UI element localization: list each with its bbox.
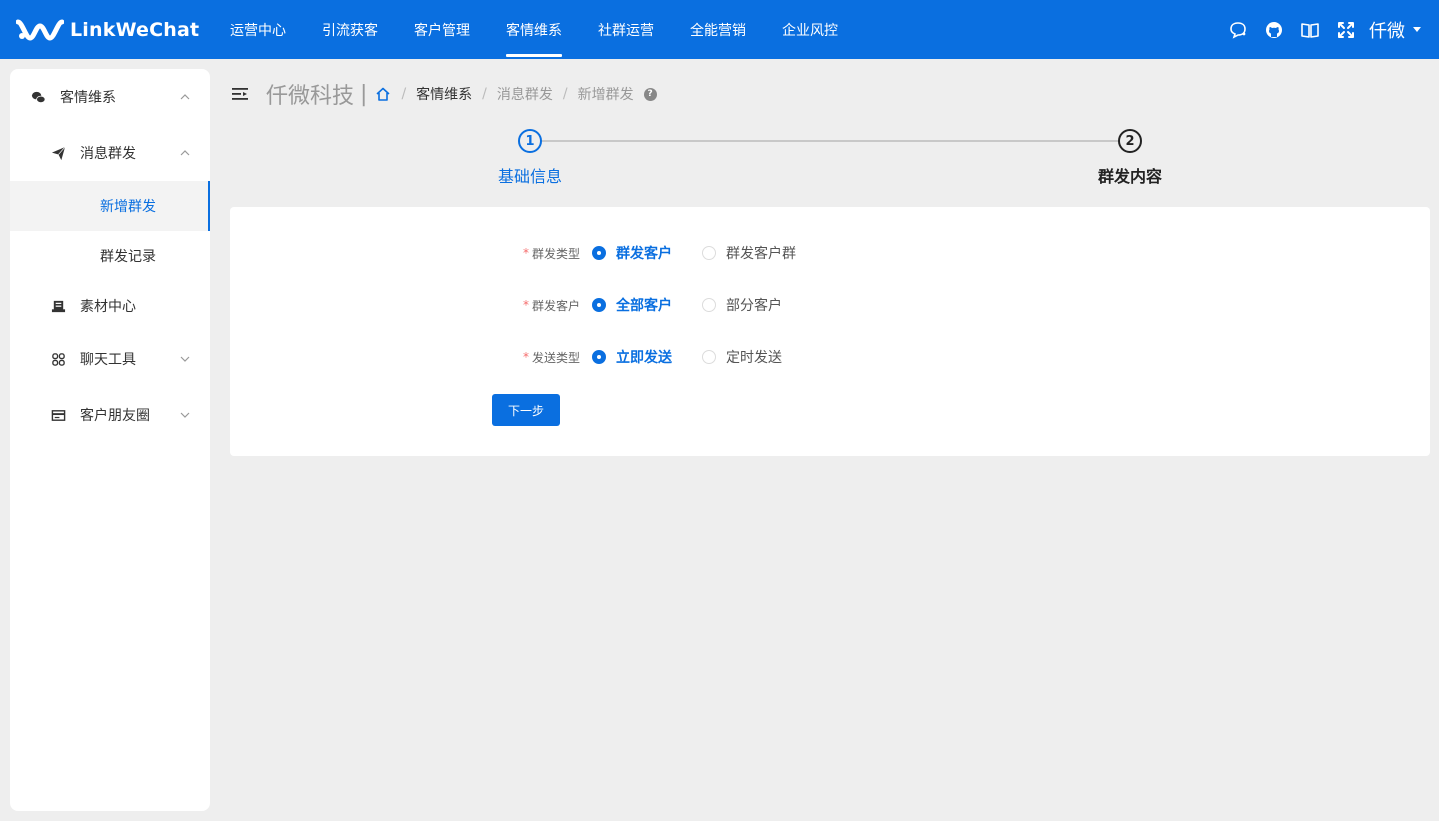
radio-dot — [592, 298, 606, 312]
sidebar-item-material-center[interactable]: 素材中心 — [10, 281, 210, 331]
page-header: 仟微科技 | / 客情维系 / 消息群发 / 新增群发 ? — [230, 78, 657, 110]
radio-dot — [702, 246, 716, 260]
top-right-tools: 仟微 — [1213, 0, 1421, 59]
radio-label: 立即发送 — [616, 350, 672, 366]
sidebar-item-moments[interactable]: 客户朋友圈 — [10, 390, 210, 440]
logo-icon — [16, 19, 64, 41]
material-icon — [50, 298, 66, 314]
sidebar-item-label: 新增群发 — [100, 199, 156, 215]
sidebar: 客情维系 消息群发 新增群发 群发记录 素材中心 聊天工具 客户朋友圈 — [10, 69, 210, 811]
step-2-circle: 2 — [1118, 129, 1142, 153]
sidebar-item-new-mass[interactable]: 新增群发 — [10, 181, 210, 231]
form-row-mass-type: * 群发类型 群发客户 群发客户群 — [230, 241, 1430, 265]
grid-icon — [50, 351, 66, 367]
required-mark: * — [523, 246, 529, 260]
sidebar-item-label: 客户朋友圈 — [80, 408, 150, 424]
nav-enterprise-risk[interactable]: 企业风控 — [764, 0, 856, 59]
nav-all-marketing[interactable]: 全能营销 — [672, 0, 764, 59]
breadcrumb-separator: / — [562, 86, 568, 102]
nav-traffic-acquisition[interactable]: 引流获客 — [304, 0, 396, 59]
sidebar-group-label: 客情维系 — [60, 90, 116, 106]
required-mark: * — [523, 350, 529, 364]
breadcrumb-item-current: 新增群发 — [577, 87, 634, 103]
radio-label: 群发客户 — [616, 246, 672, 262]
main-nav: 运营中心 引流获客 客户管理 客情维系 社群运营 全能营销 企业风控 — [212, 0, 856, 59]
sidebar-item-label: 聊天工具 — [80, 352, 136, 368]
company-name: 仟微科技 — [266, 84, 355, 109]
form-row-send-type: * 发送类型 立即发送 定时发送 — [230, 345, 1430, 369]
header-divider: | — [360, 81, 368, 107]
chevron-up-icon — [180, 150, 190, 156]
step-1-circle: 1 — [518, 129, 542, 153]
caret-down-icon — [1413, 27, 1421, 32]
sidebar-item-label: 素材中心 — [80, 299, 136, 315]
breadcrumb-separator: / — [401, 86, 407, 102]
chevron-down-icon — [180, 412, 190, 418]
sidebar-item-mass-records[interactable]: 群发记录 — [10, 231, 210, 281]
radio-mass-customer-groups[interactable]: 群发客户群 — [702, 243, 796, 263]
github-icon[interactable] — [1263, 19, 1285, 41]
paper-plane-icon — [50, 145, 66, 161]
sidebar-subgroup-mass-message[interactable]: 消息群发 — [10, 128, 210, 178]
form-label: 群发客户 — [532, 298, 581, 313]
form-row-mass-customers: * 群发客户 全部客户 部分客户 — [230, 293, 1430, 317]
form-card: * 群发类型 群发客户 群发客户群 * 群发客户 全部客户 部分客户 * 发送类… — [230, 207, 1430, 456]
radio-dot — [702, 298, 716, 312]
chevron-up-icon — [180, 94, 190, 100]
next-step-button[interactable]: 下一步 — [492, 394, 560, 426]
logo[interactable]: LinkWeChat — [16, 16, 199, 44]
nav-customer-relations[interactable]: 客情维系 — [488, 0, 580, 59]
chat-bubble-icon[interactable] — [1227, 19, 1249, 41]
radio-label: 全部客户 — [616, 298, 672, 314]
user-name: 仟微 — [1369, 20, 1405, 42]
book-icon[interactable] — [1299, 19, 1321, 41]
sidebar-item-chat-tools[interactable]: 聊天工具 — [10, 334, 210, 384]
wechat-icon — [30, 89, 46, 105]
steps-indicator: 1 2 基础信息 群发内容 — [230, 126, 1430, 186]
radio-label: 部分客户 — [726, 298, 782, 314]
form-label: 群发类型 — [532, 246, 581, 261]
radio-scheduled-send[interactable]: 定时发送 — [702, 347, 782, 367]
form-label: 发送类型 — [532, 350, 581, 365]
sidebar-group-customer-relations[interactable]: 客情维系 — [10, 72, 210, 122]
radio-dot — [702, 350, 716, 364]
user-menu[interactable]: 仟微 — [1369, 17, 1421, 43]
radio-all-customers[interactable]: 全部客户 — [592, 295, 672, 315]
radio-mass-customers[interactable]: 群发客户 — [592, 243, 672, 263]
step-2-title: 群发内容 — [1097, 167, 1162, 186]
radio-label: 定时发送 — [726, 350, 782, 366]
fullscreen-icon[interactable] — [1335, 19, 1357, 41]
hamburger-menu-icon[interactable] — [230, 84, 250, 104]
radio-some-customers[interactable]: 部分客户 — [702, 295, 782, 315]
chevron-down-icon — [180, 356, 190, 362]
top-navbar: LinkWeChat 运营中心 引流获客 客户管理 客情维系 社群运营 全能营销… — [0, 0, 1439, 59]
radio-label: 群发客户群 — [726, 246, 796, 262]
required-mark: * — [523, 298, 529, 312]
radio-send-now[interactable]: 立即发送 — [592, 347, 672, 367]
step-1-title: 基础信息 — [497, 167, 562, 186]
card-icon — [50, 407, 66, 423]
nav-customer-management[interactable]: 客户管理 — [396, 0, 488, 59]
sidebar-subgroup-label: 消息群发 — [80, 146, 136, 162]
home-icon[interactable] — [375, 86, 391, 102]
radio-dot — [592, 350, 606, 364]
help-icon[interactable]: ? — [643, 87, 657, 101]
nav-community-operations[interactable]: 社群运营 — [580, 0, 672, 59]
breadcrumb-item[interactable]: 消息群发 — [497, 84, 553, 104]
nav-operations-center[interactable]: 运营中心 — [212, 0, 304, 59]
brand-name: LinkWeChat — [70, 19, 200, 41]
breadcrumb-separator: / — [482, 86, 487, 102]
sidebar-item-label: 群发记录 — [100, 249, 156, 265]
breadcrumb-item[interactable]: 客情维系 — [416, 84, 472, 104]
step-connector — [541, 140, 1118, 142]
radio-dot — [592, 246, 606, 260]
